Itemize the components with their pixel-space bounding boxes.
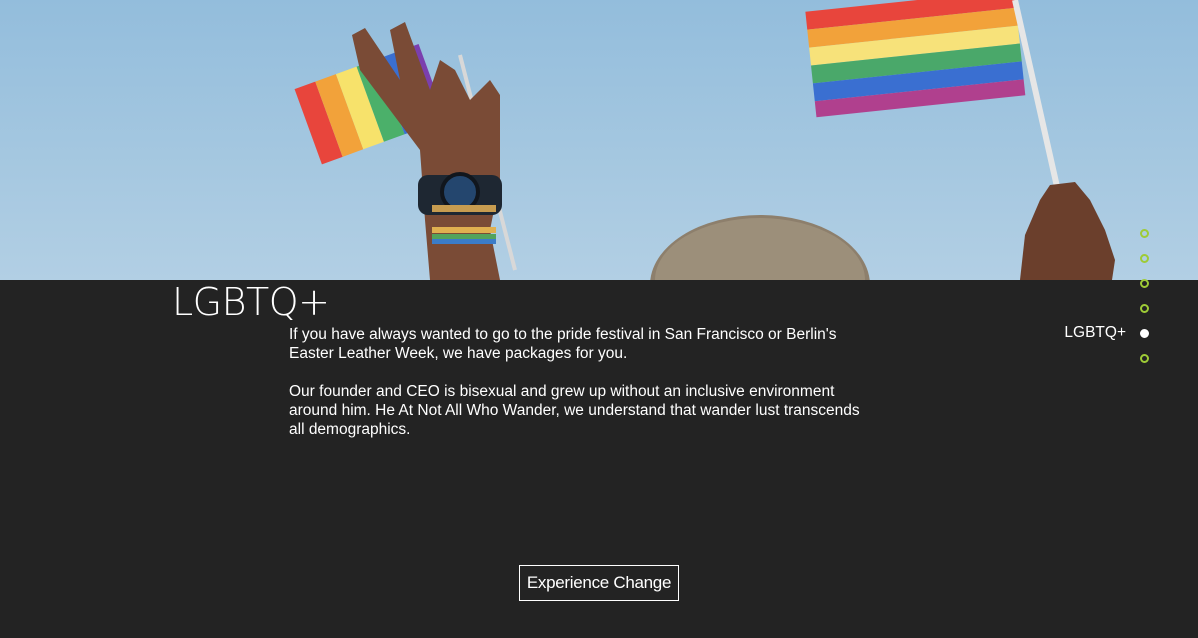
body-paragraph-1: If you have always wanted to go to the p… xyxy=(289,326,837,362)
nav-dot-5-active[interactable] xyxy=(1140,329,1149,338)
nav-dot-active-label: LGBTQ+ xyxy=(1064,324,1126,341)
nav-dot-2[interactable] xyxy=(1140,254,1149,263)
section-title: LGBTQ+ xyxy=(172,280,330,324)
nav-dot-6[interactable] xyxy=(1140,354,1149,363)
nav-dot-4[interactable] xyxy=(1140,304,1149,313)
nav-dot-3[interactable] xyxy=(1140,279,1149,288)
body-paragraph-2: Our founder and CEO is bisexual and grew… xyxy=(289,383,860,438)
pride-flags-illustration xyxy=(294,0,1115,280)
section-body: If you have always wanted to go to the p… xyxy=(289,325,869,439)
hero-image xyxy=(0,0,1198,280)
experience-change-button[interactable]: Experience Change xyxy=(519,565,679,601)
nav-dot-1[interactable] xyxy=(1140,229,1149,238)
